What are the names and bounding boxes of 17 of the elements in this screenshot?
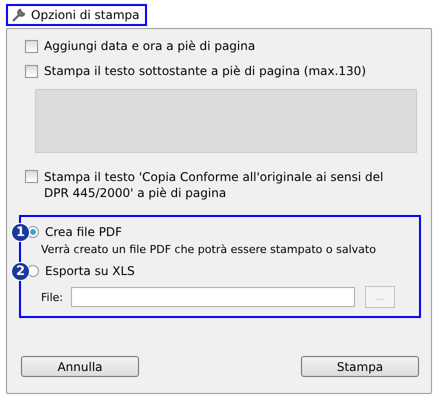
- wrench-icon: [11, 7, 27, 23]
- radio-label[interactable]: Esporta su XLS: [45, 264, 135, 278]
- cancel-button[interactable]: Annulla: [21, 356, 139, 377]
- checkbox-label[interactable]: Stampa il testo sottostante a piè di pagina (max.130): [44, 64, 366, 78]
- checkbox[interactable]: [25, 40, 38, 53]
- checkbox[interactable]: [25, 170, 38, 183]
- description-text: Verrà creato un file PDF che potrà essere stampato o salvato: [41, 243, 377, 256]
- print-button[interactable]: Stampa: [301, 356, 419, 377]
- checkbox-label[interactable]: Stampa il testo 'Copia Conforme all'originale ai sensi del DPR 445/2000' a piè di pagina: [44, 169, 404, 201]
- step-badge: 1: [11, 223, 30, 242]
- file-label: File:: [41, 290, 64, 304]
- radio-label[interactable]: Crea file PDF: [45, 225, 122, 239]
- file-input[interactable]: [71, 287, 356, 307]
- checkbox[interactable]: [25, 65, 38, 78]
- step-badge: 2: [11, 262, 30, 281]
- checkbox-label[interactable]: Aggiungi data e ora a piè di pagina: [44, 39, 256, 53]
- window-title: Opzioni di stampa: [6, 4, 147, 26]
